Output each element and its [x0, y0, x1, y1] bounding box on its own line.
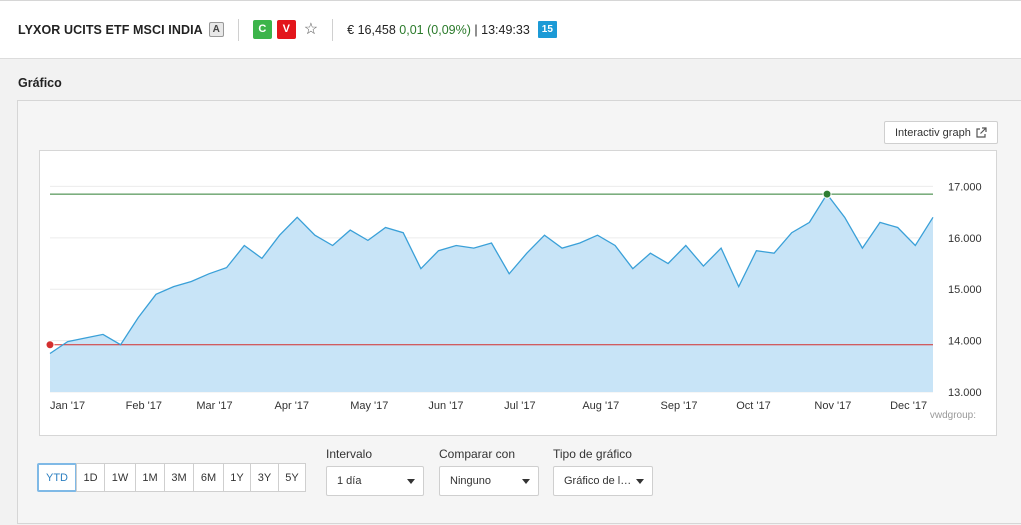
price-change-percent: (0,09%) — [427, 22, 471, 37]
range-button-1m[interactable]: 1M — [135, 463, 165, 492]
y-tick-label: 16.000 — [948, 233, 982, 245]
range-button-ytd[interactable]: YTD — [37, 463, 77, 492]
caret-down-icon — [636, 479, 644, 484]
x-tick-label: Apr '17 — [275, 400, 310, 412]
quote-time: | 13:49:33 — [474, 22, 530, 37]
chart-type-field: Tipo de gráfico Gráfico de l… — [553, 447, 653, 496]
chart-type-value: Gráfico de l… — [564, 475, 632, 487]
chart-type-label: Tipo de gráfico — [553, 447, 632, 461]
compare-value: Ninguno — [450, 475, 491, 487]
x-tick-label: Sep '17 — [661, 400, 698, 412]
price-change: 0,01 — [399, 22, 424, 37]
range-button-5y[interactable]: 5Y — [278, 463, 306, 492]
max-marker — [822, 189, 832, 199]
caret-down-icon — [407, 479, 415, 484]
x-tick-label: Jun '17 — [428, 400, 463, 412]
range-button-3y[interactable]: 3Y — [250, 463, 279, 492]
compare-label: Comparar con — [439, 447, 516, 461]
price-chart-svg: 17.000 16.000 15.000 14.000 13.000 Jan '17 Feb… — [45, 181, 982, 412]
x-tick-label: May '17 — [350, 400, 388, 412]
caret-down-icon — [522, 479, 530, 484]
price-area — [50, 194, 933, 392]
sell-button[interactable]: V — [276, 20, 296, 39]
data-source-label: vwdgroup: — [929, 410, 976, 421]
x-tick-label: Aug '17 — [582, 400, 619, 412]
interval-select[interactable]: 1 día — [326, 466, 424, 496]
interval-field: Intervalo 1 día — [326, 447, 424, 496]
divider — [332, 18, 334, 41]
interval-value: 1 día — [337, 475, 362, 487]
interactive-graph-label: Interactiv graph — [895, 126, 971, 139]
x-tick-label: Oct '17 — [736, 400, 771, 412]
x-tick-label: Mar '17 — [196, 400, 232, 412]
range-button-1w[interactable]: 1W — [104, 463, 136, 492]
y-tick-label: 13.000 — [948, 387, 982, 399]
y-tick-label: 17.000 — [948, 181, 982, 193]
y-tick-label: 14.000 — [948, 336, 982, 348]
x-tick-label: Jan '17 — [50, 400, 85, 412]
range-button-1y[interactable]: 1Y — [223, 463, 251, 492]
compare-select[interactable]: Ninguno — [439, 466, 539, 496]
min-marker — [45, 340, 55, 350]
x-tick-label: Nov '17 — [814, 400, 851, 412]
range-button-6m[interactable]: 6M — [193, 463, 224, 492]
y-tick-label: 15.000 — [948, 284, 982, 296]
interval-label: Intervalo — [326, 447, 373, 461]
range-button-1d[interactable]: 1D — [76, 463, 105, 492]
x-tick-label: Feb '17 — [126, 400, 162, 412]
instrument-header: LYXOR UCITS ETF MSCI INDIA A C V ☆ € 16,… — [0, 0, 1021, 59]
x-tick-label: Jul '17 — [504, 400, 535, 412]
last-price: € 16,458 — [347, 22, 396, 37]
star-icon[interactable]: ☆ — [304, 21, 318, 38]
section-title: Gráfico — [18, 76, 62, 90]
compare-field: Comparar con Ninguno — [439, 447, 539, 496]
interactive-graph-button[interactable]: Interactiv graph — [884, 121, 998, 144]
chart-type-select[interactable]: Gráfico de l… — [553, 466, 653, 496]
chart-panel: Interactiv graph 17.000 16.000 15.000 14.00… — [17, 100, 1021, 524]
price-line: € 16,458 0,01 (0,09%) | 13:49:33 — [347, 23, 530, 37]
x-tick-label: Dec '17 — [890, 400, 927, 412]
range-button-3m[interactable]: 3M — [164, 463, 194, 492]
instrument-title: LYXOR UCITS ETF MSCI INDIA — [18, 22, 203, 37]
buy-button[interactable]: C — [252, 20, 272, 39]
divider — [237, 18, 239, 41]
delay-badge: 15 — [537, 21, 557, 38]
range-selector: YTD 1D 1W 1M 3M 6M 1Y 3Y 5Y — [37, 463, 306, 492]
share-class-badge: A — [208, 22, 224, 37]
price-chart[interactable]: 17.000 16.000 15.000 14.000 13.000 Jan '17 Feb… — [39, 150, 997, 436]
external-link-icon — [976, 126, 987, 138]
